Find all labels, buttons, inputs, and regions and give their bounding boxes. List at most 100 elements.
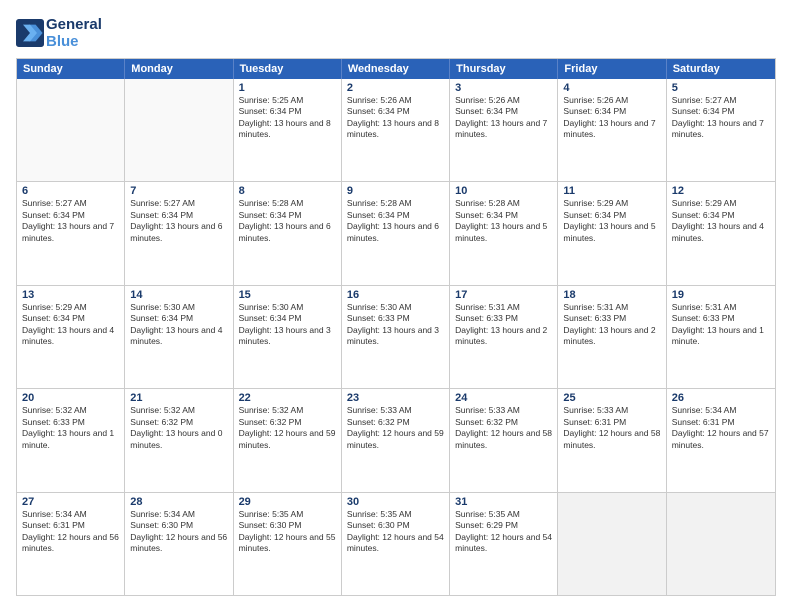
cal-cell: 8Sunrise: 5:28 AM Sunset: 6:34 PM Daylig… xyxy=(234,182,342,284)
day-detail: Sunrise: 5:27 AM Sunset: 6:34 PM Dayligh… xyxy=(672,95,770,141)
cal-cell: 29Sunrise: 5:35 AM Sunset: 6:30 PM Dayli… xyxy=(234,493,342,595)
cal-cell xyxy=(125,79,233,181)
day-detail: Sunrise: 5:35 AM Sunset: 6:29 PM Dayligh… xyxy=(455,509,552,555)
day-number: 27 xyxy=(22,496,119,508)
page: General Blue SundayMondayTuesdayWednesda… xyxy=(0,0,792,612)
day-detail: Sunrise: 5:28 AM Sunset: 6:34 PM Dayligh… xyxy=(239,198,336,244)
cal-cell xyxy=(558,493,666,595)
logo: General Blue xyxy=(16,16,102,50)
day-detail: Sunrise: 5:30 AM Sunset: 6:33 PM Dayligh… xyxy=(347,302,444,348)
day-number: 10 xyxy=(455,185,552,197)
day-detail: Sunrise: 5:32 AM Sunset: 6:32 PM Dayligh… xyxy=(130,405,227,451)
day-number: 18 xyxy=(563,289,660,301)
cal-cell: 6Sunrise: 5:27 AM Sunset: 6:34 PM Daylig… xyxy=(17,182,125,284)
logo-icon xyxy=(16,19,44,47)
day-detail: Sunrise: 5:30 AM Sunset: 6:34 PM Dayligh… xyxy=(239,302,336,348)
day-number: 7 xyxy=(130,185,227,197)
cal-cell: 2Sunrise: 5:26 AM Sunset: 6:34 PM Daylig… xyxy=(342,79,450,181)
day-number: 8 xyxy=(239,185,336,197)
day-number: 19 xyxy=(672,289,770,301)
calendar-body: 1Sunrise: 5:25 AM Sunset: 6:34 PM Daylig… xyxy=(17,79,775,595)
header-day-wednesday: Wednesday xyxy=(342,59,450,79)
cal-cell: 18Sunrise: 5:31 AM Sunset: 6:33 PM Dayli… xyxy=(558,286,666,388)
cal-cell: 19Sunrise: 5:31 AM Sunset: 6:33 PM Dayli… xyxy=(667,286,775,388)
day-number: 11 xyxy=(563,185,660,197)
day-detail: Sunrise: 5:28 AM Sunset: 6:34 PM Dayligh… xyxy=(455,198,552,244)
day-detail: Sunrise: 5:34 AM Sunset: 6:31 PM Dayligh… xyxy=(672,405,770,451)
day-detail: Sunrise: 5:31 AM Sunset: 6:33 PM Dayligh… xyxy=(455,302,552,348)
cal-cell: 27Sunrise: 5:34 AM Sunset: 6:31 PM Dayli… xyxy=(17,493,125,595)
day-number: 9 xyxy=(347,185,444,197)
day-number: 2 xyxy=(347,82,444,94)
day-detail: Sunrise: 5:26 AM Sunset: 6:34 PM Dayligh… xyxy=(455,95,552,141)
header-day-saturday: Saturday xyxy=(667,59,775,79)
day-detail: Sunrise: 5:32 AM Sunset: 6:33 PM Dayligh… xyxy=(22,405,119,451)
cal-cell: 3Sunrise: 5:26 AM Sunset: 6:34 PM Daylig… xyxy=(450,79,558,181)
day-detail: Sunrise: 5:35 AM Sunset: 6:30 PM Dayligh… xyxy=(347,509,444,555)
day-detail: Sunrise: 5:28 AM Sunset: 6:34 PM Dayligh… xyxy=(347,198,444,244)
day-number: 1 xyxy=(239,82,336,94)
day-detail: Sunrise: 5:33 AM Sunset: 6:31 PM Dayligh… xyxy=(563,405,660,451)
cal-cell xyxy=(17,79,125,181)
day-number: 16 xyxy=(347,289,444,301)
day-number: 24 xyxy=(455,392,552,404)
day-number: 12 xyxy=(672,185,770,197)
cal-cell: 30Sunrise: 5:35 AM Sunset: 6:30 PM Dayli… xyxy=(342,493,450,595)
header-day-friday: Friday xyxy=(558,59,666,79)
day-number: 15 xyxy=(239,289,336,301)
day-number: 28 xyxy=(130,496,227,508)
day-detail: Sunrise: 5:30 AM Sunset: 6:34 PM Dayligh… xyxy=(130,302,227,348)
day-number: 31 xyxy=(455,496,552,508)
day-detail: Sunrise: 5:29 AM Sunset: 6:34 PM Dayligh… xyxy=(672,198,770,244)
cal-cell: 31Sunrise: 5:35 AM Sunset: 6:29 PM Dayli… xyxy=(450,493,558,595)
cal-cell: 12Sunrise: 5:29 AM Sunset: 6:34 PM Dayli… xyxy=(667,182,775,284)
day-detail: Sunrise: 5:27 AM Sunset: 6:34 PM Dayligh… xyxy=(22,198,119,244)
day-number: 21 xyxy=(130,392,227,404)
cal-cell: 13Sunrise: 5:29 AM Sunset: 6:34 PM Dayli… xyxy=(17,286,125,388)
day-detail: Sunrise: 5:25 AM Sunset: 6:34 PM Dayligh… xyxy=(239,95,336,141)
day-number: 25 xyxy=(563,392,660,404)
day-number: 5 xyxy=(672,82,770,94)
logo-text: General Blue xyxy=(46,16,102,50)
day-detail: Sunrise: 5:31 AM Sunset: 6:33 PM Dayligh… xyxy=(563,302,660,348)
cal-cell: 21Sunrise: 5:32 AM Sunset: 6:32 PM Dayli… xyxy=(125,389,233,491)
header: General Blue xyxy=(16,16,776,50)
cal-cell: 7Sunrise: 5:27 AM Sunset: 6:34 PM Daylig… xyxy=(125,182,233,284)
cal-cell: 10Sunrise: 5:28 AM Sunset: 6:34 PM Dayli… xyxy=(450,182,558,284)
calendar: SundayMondayTuesdayWednesdayThursdayFrid… xyxy=(16,58,776,596)
day-detail: Sunrise: 5:26 AM Sunset: 6:34 PM Dayligh… xyxy=(563,95,660,141)
cal-cell: 15Sunrise: 5:30 AM Sunset: 6:34 PM Dayli… xyxy=(234,286,342,388)
day-number: 3 xyxy=(455,82,552,94)
day-number: 4 xyxy=(563,82,660,94)
cal-cell: 25Sunrise: 5:33 AM Sunset: 6:31 PM Dayli… xyxy=(558,389,666,491)
day-detail: Sunrise: 5:32 AM Sunset: 6:32 PM Dayligh… xyxy=(239,405,336,451)
week-row-5: 27Sunrise: 5:34 AM Sunset: 6:31 PM Dayli… xyxy=(17,492,775,595)
cal-cell: 11Sunrise: 5:29 AM Sunset: 6:34 PM Dayli… xyxy=(558,182,666,284)
cal-cell: 17Sunrise: 5:31 AM Sunset: 6:33 PM Dayli… xyxy=(450,286,558,388)
day-detail: Sunrise: 5:29 AM Sunset: 6:34 PM Dayligh… xyxy=(563,198,660,244)
day-number: 14 xyxy=(130,289,227,301)
day-detail: Sunrise: 5:34 AM Sunset: 6:31 PM Dayligh… xyxy=(22,509,119,555)
day-number: 26 xyxy=(672,392,770,404)
cal-cell: 23Sunrise: 5:33 AM Sunset: 6:32 PM Dayli… xyxy=(342,389,450,491)
day-number: 13 xyxy=(22,289,119,301)
cal-cell: 22Sunrise: 5:32 AM Sunset: 6:32 PM Dayli… xyxy=(234,389,342,491)
cal-cell: 16Sunrise: 5:30 AM Sunset: 6:33 PM Dayli… xyxy=(342,286,450,388)
week-row-4: 20Sunrise: 5:32 AM Sunset: 6:33 PM Dayli… xyxy=(17,388,775,491)
cal-cell: 24Sunrise: 5:33 AM Sunset: 6:32 PM Dayli… xyxy=(450,389,558,491)
header-day-tuesday: Tuesday xyxy=(234,59,342,79)
day-number: 23 xyxy=(347,392,444,404)
day-detail: Sunrise: 5:26 AM Sunset: 6:34 PM Dayligh… xyxy=(347,95,444,141)
day-number: 22 xyxy=(239,392,336,404)
day-detail: Sunrise: 5:29 AM Sunset: 6:34 PM Dayligh… xyxy=(22,302,119,348)
header-day-thursday: Thursday xyxy=(450,59,558,79)
day-number: 29 xyxy=(239,496,336,508)
cal-cell xyxy=(667,493,775,595)
calendar-header: SundayMondayTuesdayWednesdayThursdayFrid… xyxy=(17,59,775,79)
day-detail: Sunrise: 5:34 AM Sunset: 6:30 PM Dayligh… xyxy=(130,509,227,555)
day-detail: Sunrise: 5:33 AM Sunset: 6:32 PM Dayligh… xyxy=(455,405,552,451)
cal-cell: 1Sunrise: 5:25 AM Sunset: 6:34 PM Daylig… xyxy=(234,79,342,181)
week-row-3: 13Sunrise: 5:29 AM Sunset: 6:34 PM Dayli… xyxy=(17,285,775,388)
cal-cell: 4Sunrise: 5:26 AM Sunset: 6:34 PM Daylig… xyxy=(558,79,666,181)
cal-cell: 9Sunrise: 5:28 AM Sunset: 6:34 PM Daylig… xyxy=(342,182,450,284)
